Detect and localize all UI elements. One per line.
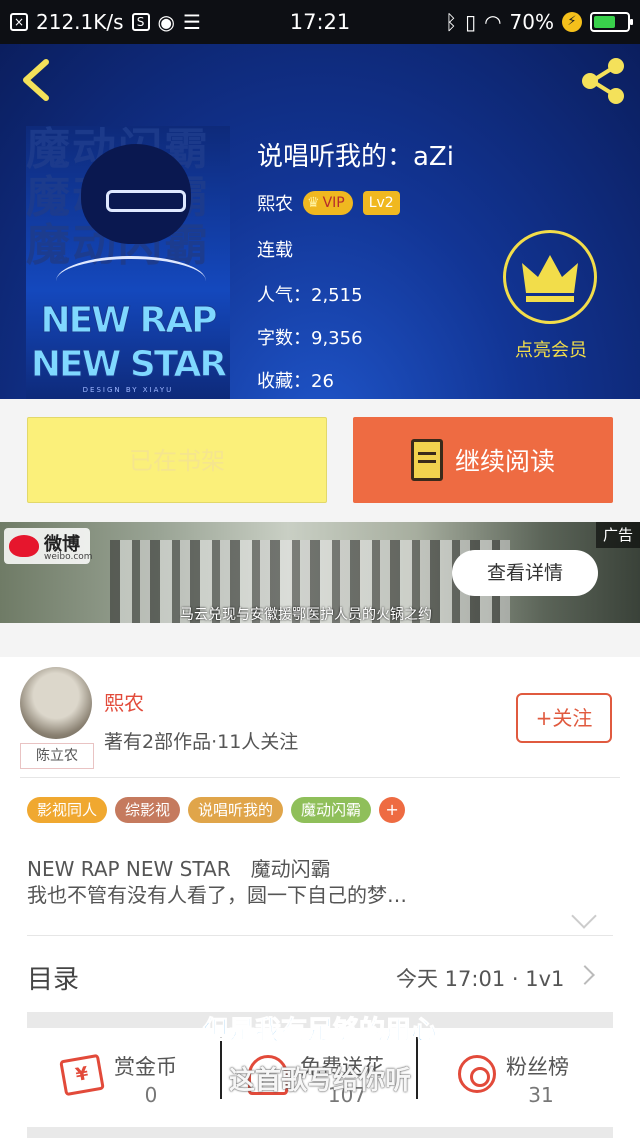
crown-small-icon: ♛	[307, 195, 320, 211]
tag-list: 影视同人 综影视 说唱听我的 魔动闪霸 +	[27, 797, 406, 823]
weibo-logo: 微博 weibo.com	[4, 528, 93, 564]
back-button[interactable]	[18, 58, 54, 102]
book-popularity: 人气：2,515	[257, 285, 363, 306]
chevron-left-icon	[23, 59, 49, 101]
weibo-eye-icon	[9, 535, 39, 557]
vip-badge: ♛ VIP	[303, 191, 353, 215]
avatar[interactable]	[20, 667, 92, 739]
status-right: ᛒ ▯ ◠ 70% ⚡	[445, 0, 633, 44]
book-cover[interactable]: 魔动闪霸魔动闪霸魔动闪霸 NEW RAP NEW STAR DESIGN BY …	[26, 126, 230, 399]
intro-line-2: 我也不管有没有人看了，圆一下自己的梦…	[27, 883, 407, 907]
tag-item[interactable]: 说唱听我的	[188, 797, 284, 823]
toc-label[interactable]: 目录	[27, 959, 79, 996]
subtitle-line-2: 这首歌写给你听	[228, 1066, 411, 1096]
divider	[20, 777, 620, 778]
ad-tag: 广告	[596, 522, 640, 548]
cover-figure-hands	[56, 256, 206, 306]
share-button[interactable]	[578, 56, 628, 106]
book-header: 魔动闪霸魔动闪霸魔动闪霸 NEW RAP NEW STAR DESIGN BY …	[0, 44, 640, 399]
cover-title-line2: NEW STAR	[30, 344, 227, 386]
wifi-icon: ◠	[484, 10, 502, 34]
share-icon	[582, 58, 624, 104]
book-favorites: 收藏：26	[257, 371, 334, 392]
book-icon	[410, 439, 443, 481]
author-meta: 著有2部作品·11人关注	[104, 731, 299, 753]
chevron-right-icon[interactable]	[575, 965, 595, 985]
vibrate-icon: ▯	[465, 10, 477, 34]
bluetooth-icon: ᛒ	[445, 10, 458, 34]
follow-button[interactable]: +关注	[516, 693, 612, 743]
cover-credit: DESIGN BY XIAYU	[82, 386, 174, 394]
tag-item[interactable]: 魔动闪霸	[291, 797, 372, 823]
toc-latest-chapter[interactable]: 今天 17:01 · 1v1	[396, 963, 564, 993]
level-badge: Lv2	[362, 191, 400, 215]
ad-banner[interactable]: 微博 weibo.com 广告 查看详情 马云兑现与安徽援鄂医护人员的火锅之约	[0, 522, 640, 623]
status-bar: × 212.1K/s S ◉ ☰ 17:21 ᛒ ▯ ◠ 70% ⚡	[0, 0, 640, 44]
continue-reading-label: 继续阅读	[454, 447, 555, 476]
intro-line-1: NEW RAP NEW STAR 魔动闪霸	[27, 857, 331, 881]
battery-fill	[594, 16, 616, 28]
tag-item[interactable]: 综影视	[115, 797, 181, 823]
ad-detail-button[interactable]: 查看详情	[452, 550, 598, 596]
charging-icon: ⚡	[562, 12, 582, 32]
member-label[interactable]: 点亮会员	[486, 336, 616, 362]
ad-caption: 马云兑现与安徽援鄂医护人员的火锅之约	[180, 607, 432, 623]
tag-item[interactable]: 影视同人	[27, 797, 108, 823]
author-name-link[interactable]: 熙农	[104, 687, 144, 716]
book-word-count: 字数：9,356	[257, 328, 363, 349]
crown-icon	[522, 255, 578, 302]
section-separator	[27, 1127, 613, 1138]
author-row: 熙农 ♛ VIP Lv2	[257, 190, 400, 216]
subtitle-line-1: 但是我有足够的用心	[202, 1016, 437, 1047]
member-button[interactable]	[503, 230, 597, 324]
divider	[27, 935, 613, 936]
cover-figure-glasses	[106, 190, 186, 212]
cover-title-line1: NEW RAP	[40, 300, 218, 342]
more-tags-button[interactable]: +	[379, 797, 406, 823]
author-name[interactable]: 熙农	[257, 190, 293, 216]
continue-reading-button[interactable]: 继续阅读	[353, 417, 613, 503]
book-status: 连载	[257, 240, 293, 261]
battery-icon	[590, 12, 633, 32]
avatar-tag: 陈立农	[20, 743, 94, 769]
expand-chevron-icon[interactable]	[571, 903, 597, 929]
battery-percent: 70%	[509, 10, 554, 34]
book-title: 说唱听我的：aZi	[257, 142, 454, 172]
in-shelf-button[interactable]: 已在书架	[27, 417, 327, 503]
